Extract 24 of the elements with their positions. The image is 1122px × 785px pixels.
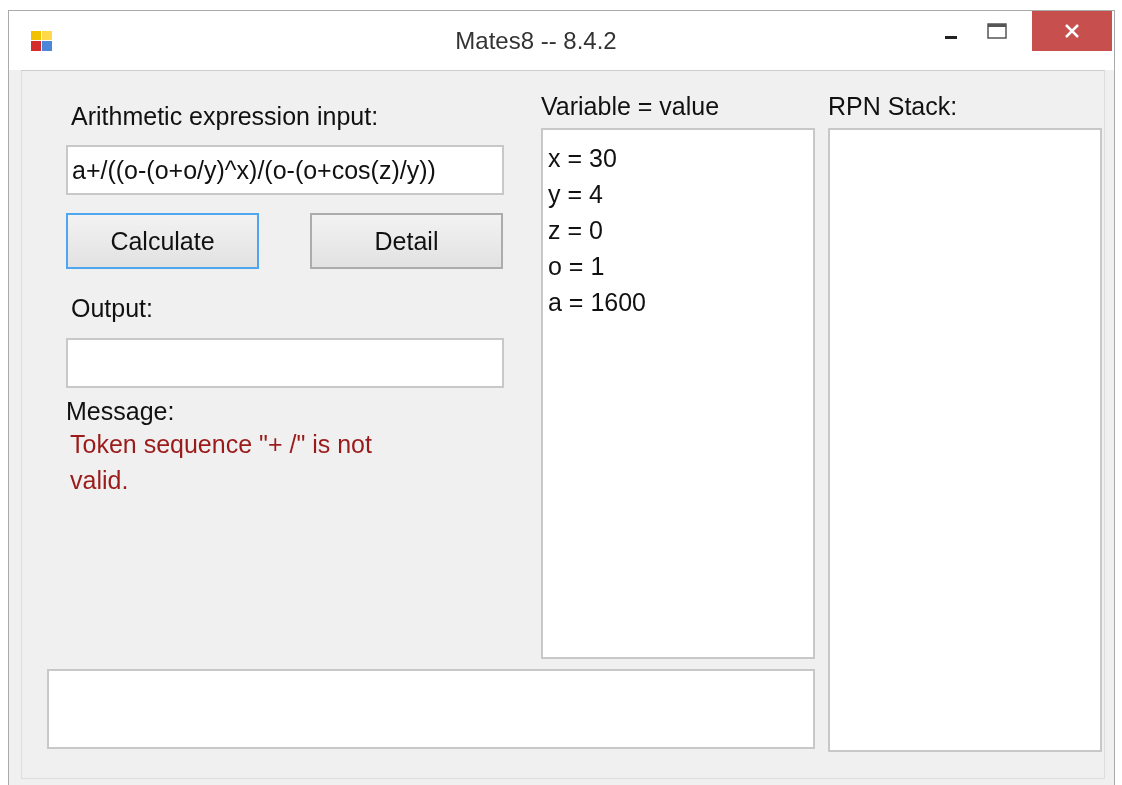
variable-item: z = 0 — [548, 215, 604, 246]
variable-item: y = 4 — [548, 179, 604, 210]
close-button[interactable] — [1032, 11, 1112, 51]
message-label: Message: — [66, 396, 176, 426]
expression-label: Arithmetic expression input: — [71, 101, 380, 131]
variable-item: o = 1 — [548, 251, 606, 282]
minimize-icon — [945, 35, 957, 39]
output-field[interactable] — [66, 338, 504, 388]
maximize-icon — [986, 22, 1008, 40]
close-icon — [1064, 23, 1080, 39]
variables-list[interactable]: x = 30 y = 4 z = 0 o = 1 a = 1600 — [541, 128, 815, 659]
rpn-stack-label: RPN Stack: — [828, 91, 959, 121]
action-button[interactable]: Detail — [310, 213, 503, 269]
text-area[interactable] — [47, 669, 815, 749]
expression-input[interactable]: a+/((o-(o+o/y)^x)/(o-(o+cos(z)/y)) — [66, 145, 504, 195]
action-button[interactable]: Calculate — [66, 213, 259, 269]
window-title: Mates8 -- 8.4.2 — [455, 26, 617, 55]
variable-item: x = 30 — [548, 143, 618, 174]
app-icon — [30, 29, 54, 52]
rpn-stack-list[interactable] — [828, 128, 1102, 752]
variable-item: a = 1600 — [548, 287, 647, 318]
error-message: Token sequence "+ /" is not valid. — [70, 429, 373, 496]
variables-label: Variable = value — [541, 91, 721, 121]
output-label: Output: — [71, 293, 154, 323]
